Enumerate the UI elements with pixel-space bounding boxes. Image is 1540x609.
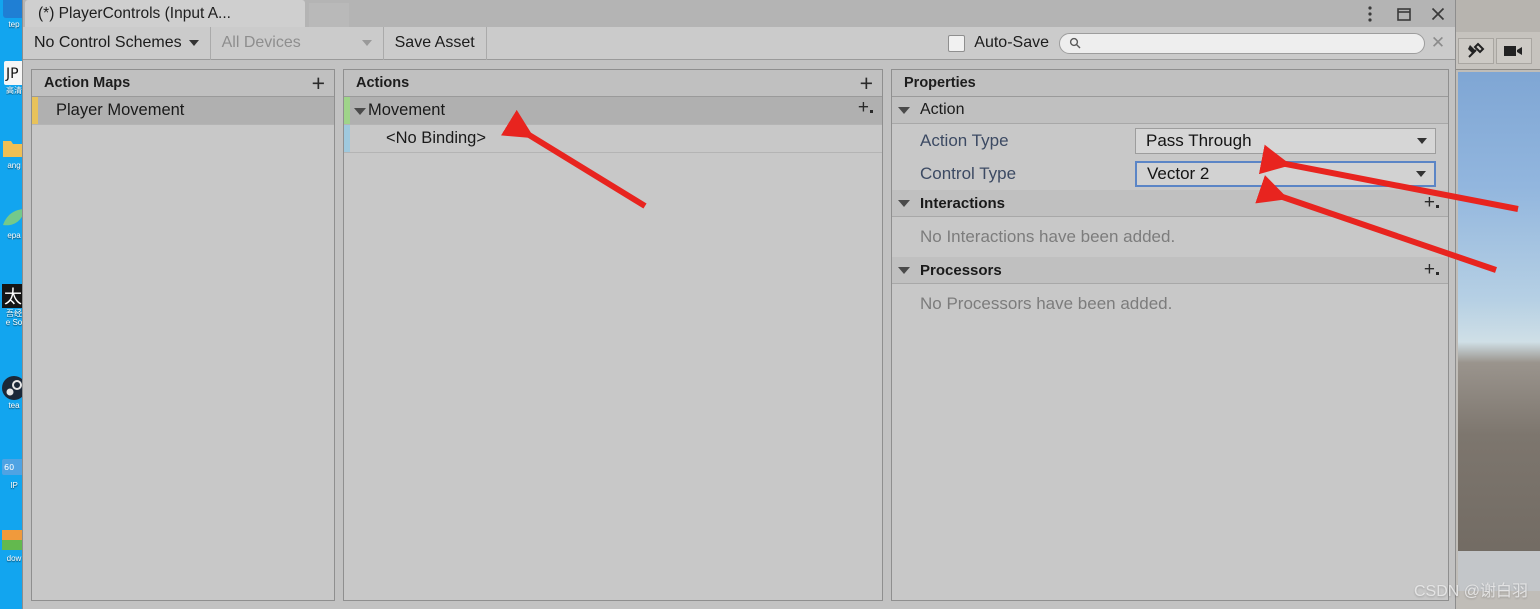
add-interaction-button[interactable]: + [1423, 192, 1439, 213]
processors-empty-note: No Processors have been added. [920, 294, 1173, 313]
window-close-button[interactable] [1427, 3, 1449, 25]
action-type-dropdown[interactable]: Pass Through [1135, 127, 1436, 154]
window-maximize-button[interactable] [1393, 3, 1415, 25]
chevron-down-icon [188, 40, 199, 46]
expand-triangle-icon[interactable] [898, 107, 910, 114]
chevron-down-icon [1417, 137, 1427, 144]
devices-label: All Devices [221, 34, 301, 51]
section-processors-label: Processors [920, 261, 1002, 279]
save-asset-label: Save Asset [394, 34, 475, 51]
auto-save-toggle[interactable]: Auto-Save [938, 34, 1059, 52]
binding-accent-bar [344, 125, 350, 152]
devices-dropdown[interactable]: All Devices [211, 27, 383, 60]
properties-title: Properties [904, 75, 976, 91]
tab-title: (*) PlayerControls (Input A... [38, 4, 231, 22]
auto-save-label: Auto-Save [974, 34, 1049, 51]
section-action[interactable]: Action [892, 97, 1448, 124]
vertical-dots-icon [1368, 5, 1372, 22]
add-action-map-icon[interactable]: + [312, 72, 325, 95]
plus-icon: + [1423, 192, 1435, 213]
binding-row-no-binding[interactable]: <No Binding> [344, 125, 882, 153]
close-icon [1431, 7, 1445, 20]
svg-text:60: 60 [4, 463, 14, 472]
add-action-icon[interactable]: + [860, 72, 873, 95]
search-input[interactable] [1086, 35, 1406, 51]
search-box[interactable] [1059, 32, 1425, 54]
window-controls [1359, 0, 1449, 27]
expand-triangle-icon[interactable] [898, 200, 910, 207]
wrench-hammer-icon [1468, 42, 1485, 58]
recording-button[interactable] [1496, 37, 1532, 64]
expand-triangle-icon[interactable] [898, 267, 910, 274]
search-area: ✕ [1059, 32, 1455, 54]
actions-panel: Actions + Movement + <No Binding> [343, 69, 883, 601]
action-type-value: Pass Through [1146, 130, 1252, 150]
property-row-control-type: Control Type Vector 2 [892, 157, 1448, 190]
action-maps-title: Action Maps [44, 75, 131, 91]
control-type-label: Control Type [920, 163, 1017, 183]
auto-save-checkbox[interactable] [948, 34, 966, 52]
svg-text:JP: JP [5, 66, 19, 82]
control-type-dropdown[interactable]: Vector 2 [1135, 160, 1436, 187]
property-row-action-type: Action Type Pass Through [892, 124, 1448, 157]
section-processors[interactable]: Processors + [892, 257, 1448, 284]
action-maps-header: Action Maps + [32, 70, 334, 97]
window-menu-button[interactable] [1359, 3, 1381, 25]
watermark: CSDN @谢白羽 [1413, 583, 1528, 600]
plus-icon: + [1423, 259, 1435, 280]
video-camera-icon [1504, 45, 1522, 56]
actions-title: Actions [356, 75, 410, 91]
properties-panel: Properties Action Action Type Pass Throu… [891, 69, 1449, 601]
background-editor-window [1452, 0, 1540, 609]
add-processor-button[interactable]: + [1423, 259, 1439, 280]
scene-view[interactable] [1458, 72, 1540, 591]
dropdown-dot-icon [1436, 205, 1439, 208]
clear-search-icon[interactable]: ✕ [1429, 33, 1447, 53]
section-interactions-label: Interactions [920, 194, 1006, 212]
action-row-movement[interactable]: Movement + [344, 97, 882, 125]
tab-strip-filler [309, 3, 349, 27]
plus-icon: + [857, 97, 869, 118]
control-schemes-dropdown[interactable]: No Control Schemes [23, 27, 210, 60]
action-type-label: Action Type [920, 130, 1009, 150]
add-binding-button[interactable]: + [857, 97, 873, 118]
action-map-accent-bar [32, 97, 38, 124]
input-actions-window: (*) PlayerControls (Input A... No Contro… [22, 0, 1456, 609]
control-schemes-label: No Control Schemes [34, 34, 182, 51]
maximize-icon [1397, 7, 1411, 21]
save-asset-button[interactable]: Save Asset [384, 27, 486, 60]
control-type-value: Vector 2 [1147, 163, 1210, 183]
chevron-down-icon [361, 40, 372, 46]
screen: tep JP 高清 ang epa 太 吾经 e So tea 60 IP do… [0, 0, 1540, 609]
section-interactions[interactable]: Interactions + [892, 190, 1448, 217]
dropdown-dot-icon [870, 110, 873, 113]
interactions-empty-note: No Interactions have been added. [920, 227, 1176, 246]
chevron-down-icon [1416, 170, 1426, 177]
tab-playercontrols[interactable]: (*) PlayerControls (Input A... [25, 0, 305, 27]
action-map-row-player-movement[interactable]: Player Movement [32, 97, 334, 125]
search-icon [1069, 37, 1081, 49]
action-accent-bar [344, 97, 350, 124]
window-titlebar: (*) PlayerControls (Input A... [23, 0, 1455, 27]
actions-header: Actions + [344, 70, 882, 97]
properties-header: Properties [892, 70, 1448, 97]
dropdown-dot-icon [1436, 272, 1439, 275]
editor-toolbar: No Control Schemes All Devices Save Asse… [23, 26, 1455, 60]
background-toolbar [1452, 32, 1540, 70]
toolbar-separator [485, 26, 487, 60]
svg-text:太: 太 [4, 287, 22, 308]
action-maps-panel: Action Maps + Player Movement [31, 69, 335, 601]
binding-label: <No Binding> [386, 129, 486, 147]
properties-body-filler [892, 324, 1448, 600]
panels-container: Action Maps + Player Movement Actions + … [23, 61, 1455, 609]
expand-triangle-icon[interactable] [354, 108, 366, 115]
action-map-label: Player Movement [56, 101, 185, 119]
tools-button[interactable] [1458, 37, 1494, 64]
background-titlebar [1452, 0, 1540, 32]
